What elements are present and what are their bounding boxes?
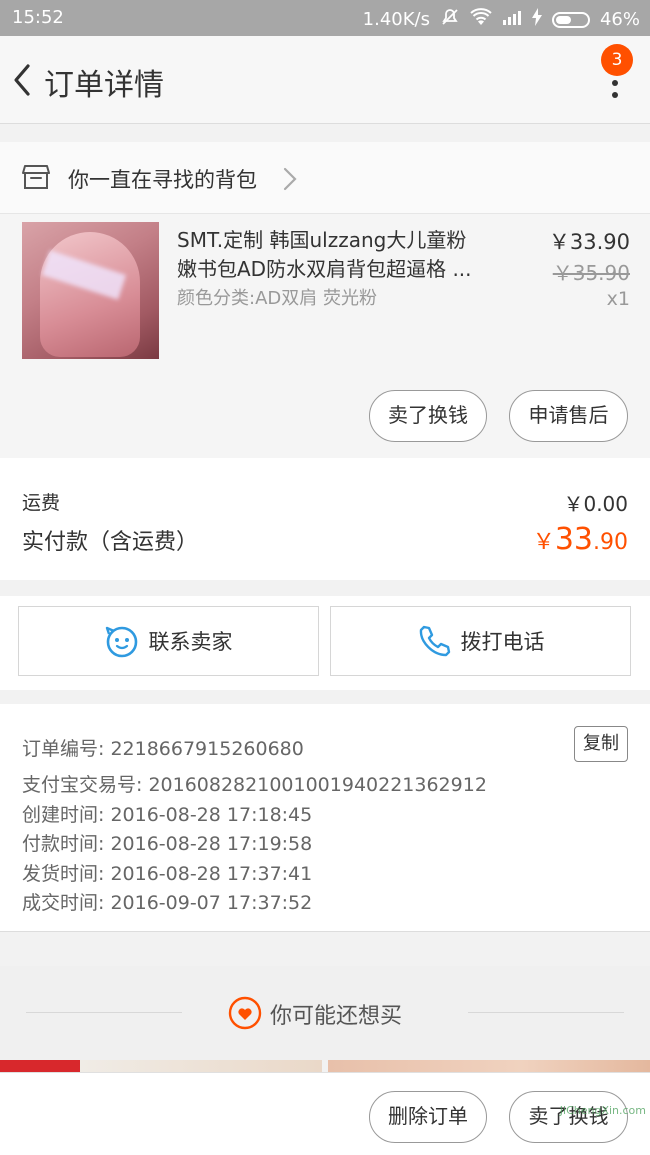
order-number: 订单编号: 2218667915260680	[22, 738, 304, 760]
product-title-line1: SMT.定制 韩国ulzzang大儿童粉	[177, 228, 467, 252]
back-arrow-icon[interactable]	[8, 60, 38, 100]
product-sku: 颜色分类:AD双肩 荧光粉	[177, 288, 377, 309]
copy-button[interactable]: 复制	[574, 726, 628, 762]
paid-amount: ￥33.90	[533, 522, 628, 557]
recommend-card-image[interactable]	[0, 1060, 322, 1072]
heart-icon	[228, 996, 262, 1030]
bottom-action-bar: 删除订单 卖了换钱	[0, 1072, 650, 1155]
status-bar: 15:52 1.40K/s 46%	[0, 0, 650, 36]
paid-integer: 33	[554, 522, 593, 557]
product-quantity: x1	[606, 288, 630, 310]
payment-summary: 运费 ￥0.00 实付款（含运费） ￥33.90	[0, 458, 650, 580]
contact-seller-button[interactable]: 联系卖家	[18, 606, 319, 676]
signal-icon	[502, 9, 522, 30]
notification-badge: 3	[601, 44, 633, 76]
call-phone-button[interactable]: 拨打电话	[330, 606, 631, 676]
after-sale-button[interactable]: 申请售后	[509, 390, 628, 442]
shop-header[interactable]: 你一直在寻找的背包	[0, 142, 650, 214]
chevron-right-icon	[283, 167, 297, 191]
battery-icon	[551, 11, 590, 28]
battery-percent: 46%	[599, 9, 640, 30]
page-title: 订单详情	[44, 68, 164, 103]
watermark: JiChengXin.com	[559, 1104, 646, 1117]
status-time: 15:52	[12, 7, 64, 28]
store-icon	[22, 165, 50, 189]
wifi-icon	[470, 8, 492, 31]
nav-bar: 订单详情 3	[0, 36, 650, 124]
charging-icon	[531, 8, 542, 31]
shipped-time: 发货时间: 2016-08-28 17:37:41	[22, 863, 313, 885]
alipay-trade-number: 支付宝交易号: 2016082821001001940221362912	[22, 774, 487, 796]
order-info-section: 订单编号: 2218667915260680 支付宝交易号: 201608282…	[0, 704, 650, 932]
status-right: 1.40K/s 46%	[363, 7, 640, 32]
product-price: ￥33.90	[548, 230, 630, 254]
recommend-title: 你可能还想买	[270, 1004, 403, 1029]
shipping-label: 运费	[22, 492, 61, 514]
divider-left	[26, 1012, 182, 1013]
paid-label: 实付款（含运费）	[22, 530, 199, 555]
recommend-card-image[interactable]	[328, 1060, 650, 1072]
paid-time: 付款时间: 2016-08-28 17:19:58	[22, 833, 313, 855]
product-title: SMT.定制 韩国ulzzang大儿童粉 嫩书包AD防水双肩背包超逼格 ...	[177, 226, 497, 284]
call-phone-label: 拨打电话	[460, 630, 545, 654]
delete-order-button[interactable]: 删除订单	[369, 1091, 487, 1143]
order-item[interactable]: SMT.定制 韩国ulzzang大儿童粉 嫩书包AD防水双肩背包超逼格 ... …	[0, 214, 650, 458]
contact-bar: 联系卖家 拨打电话	[0, 596, 650, 690]
recommend-section: 你可能还想买	[0, 966, 650, 1060]
sell-for-cash-button[interactable]: 卖了换钱	[369, 390, 487, 442]
chat-bot-icon	[105, 626, 137, 658]
contact-seller-label: 联系卖家	[148, 630, 233, 654]
product-title-line2: 嫩书包AD防水双肩背包超逼格 ...	[177, 257, 472, 281]
created-time: 创建时间: 2016-08-28 17:18:45	[22, 804, 313, 826]
paid-decimal: .90	[593, 530, 628, 555]
shop-name: 你一直在寻找的背包	[68, 168, 257, 192]
network-speed: 1.40K/s	[362, 9, 430, 30]
paid-currency: ￥	[532, 530, 555, 555]
divider-right	[468, 1012, 624, 1013]
bottom-sell-for-cash-button[interactable]: 卖了换钱	[509, 1091, 628, 1143]
product-original-price: ￥35.90	[552, 261, 630, 285]
completed-time: 成交时间: 2016-09-07 17:37:52	[22, 892, 313, 914]
product-thumbnail[interactable]	[22, 222, 159, 359]
phone-icon	[419, 625, 450, 657]
mute-icon	[440, 7, 460, 32]
shipping-value: ￥0.00	[563, 492, 628, 516]
